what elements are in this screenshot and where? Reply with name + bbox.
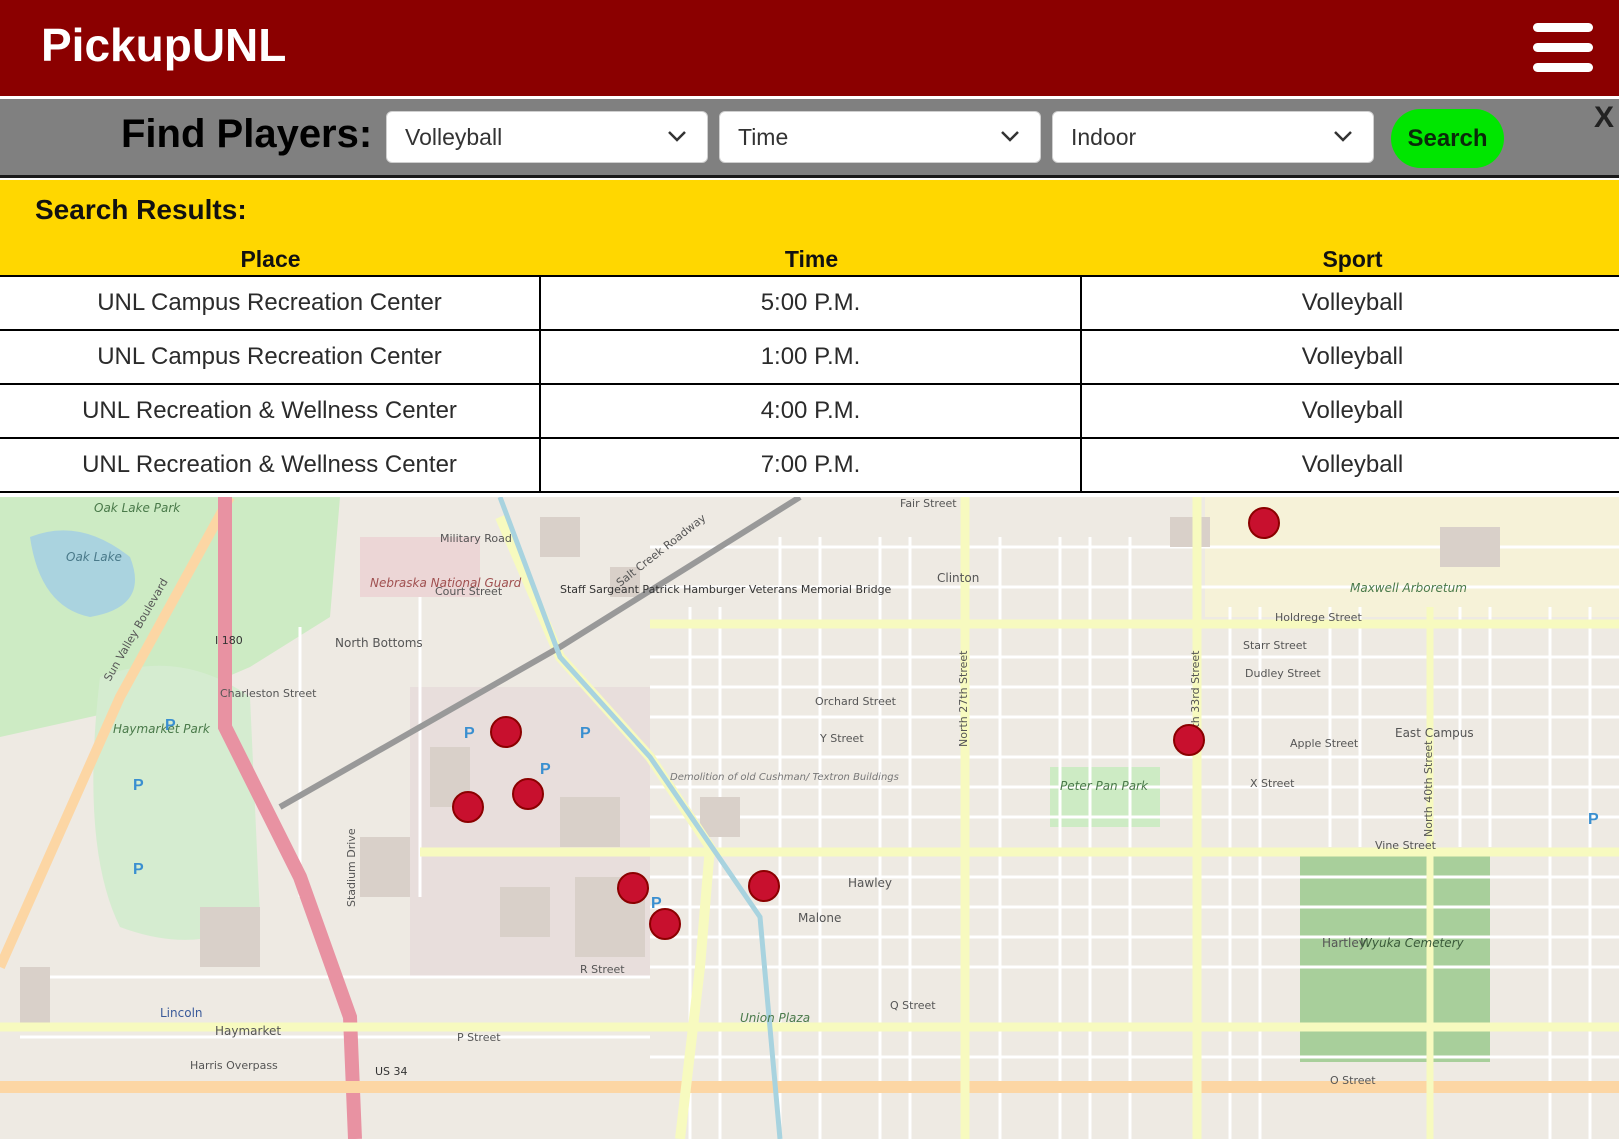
map-label: Wyuka Cemetery [1360, 936, 1465, 950]
map-label: Dudley Street [1245, 667, 1321, 680]
map-label: Demolition of old Cushman/ Textron Build… [670, 772, 899, 783]
map-label: Lincoln [160, 1006, 203, 1020]
map-label: Malone [798, 911, 841, 925]
map-label: Union Plaza [740, 1011, 810, 1025]
map-label: Holdrege Street [1275, 611, 1362, 624]
map-label: R Street [580, 963, 625, 976]
marker-5[interactable] [649, 908, 681, 940]
location-type-select-value: Indoor [1071, 124, 1137, 150]
table-row[interactable]: UNL Campus Recreation Center 1:00 P.M. V… [0, 331, 1619, 385]
search-results-title: Search Results: [35, 194, 247, 225]
cell-sport: Volleyball [1301, 451, 1404, 478]
map-label: US 34 [375, 1065, 408, 1078]
cell-time: 7:00 P.M. [541, 439, 1082, 491]
marker-2[interactable] [512, 778, 544, 810]
chevron-down-icon [1334, 131, 1352, 142]
map-label: North 27th Street [957, 650, 970, 747]
cell-sport: Volleyball [1301, 289, 1404, 316]
map-label: P Street [457, 1031, 501, 1044]
search-button[interactable]: Search [1391, 109, 1504, 168]
map-label: Fair Street [900, 497, 957, 510]
parking-icon: P [165, 717, 176, 734]
column-header-sport: Sport [1322, 246, 1383, 272]
time-select[interactable]: Time [719, 111, 1041, 163]
map-label: North Bottoms [335, 636, 423, 650]
column-header-place: Place [240, 246, 301, 272]
table-row[interactable]: UNL Recreation & Wellness Center 4:00 P.… [0, 385, 1619, 439]
map-label: Clinton [937, 571, 979, 585]
time-select-value: Time [738, 124, 789, 150]
map-label: Haymarket Park [113, 722, 211, 736]
map-label: O Street [1330, 1074, 1376, 1087]
map-label: Charleston Street [220, 687, 317, 700]
map-canvas[interactable]: Oak Lake Park Oak Lake Haymarket Park Ne… [0, 497, 1619, 1139]
search-results-header: Search Results: Place Time Sport [0, 180, 1619, 277]
parking-icon: P [1588, 811, 1599, 828]
find-players-label: Find Players: [121, 112, 373, 156]
cell-time: 5:00 P.M. [541, 277, 1082, 329]
map-label: Oak Lake Park [94, 501, 181, 515]
close-button[interactable]: X [1594, 101, 1614, 135]
cell-sport: Volleyball [1301, 397, 1404, 424]
sport-select-value: Volleyball [405, 124, 503, 150]
cell-time: 4:00 P.M. [541, 385, 1082, 437]
map-label: North 40th Street [1422, 740, 1435, 837]
map-label: Harris Overpass [190, 1059, 278, 1072]
map-label: East Campus [1395, 726, 1474, 740]
cell-place: UNL Campus Recreation Center [0, 331, 541, 383]
map-label: Apple Street [1290, 737, 1359, 750]
map-label: Hawley [848, 876, 892, 890]
map-label: Y Street [819, 732, 864, 745]
cell-time: 1:00 P.M. [541, 331, 1082, 383]
cell-place: UNL Recreation & Wellness Center [0, 385, 541, 437]
sport-select[interactable]: Volleyball [386, 111, 708, 163]
parking-icon: P [464, 725, 475, 742]
brand-logo-text[interactable]: PickupUNL [41, 18, 286, 72]
column-header-time: Time [784, 246, 839, 272]
map-label: Military Road [440, 532, 512, 545]
chevron-down-icon [668, 131, 686, 142]
chevron-down-icon [1001, 131, 1019, 142]
marker-7[interactable] [1173, 724, 1205, 756]
map-label: Oak Lake [66, 550, 122, 564]
marker-6[interactable] [748, 870, 780, 902]
hamburger-menu-icon[interactable] [1533, 23, 1593, 73]
map-view[interactable]: Oak Lake Park Oak Lake Haymarket Park Ne… [0, 497, 1619, 1139]
map-label: Haymarket [215, 1024, 281, 1038]
marker-4[interactable] [617, 872, 649, 904]
parking-icon: P [133, 861, 144, 878]
map-label: Q Street [890, 999, 936, 1012]
location-type-select[interactable]: Indoor [1052, 111, 1374, 163]
table-row[interactable]: UNL Campus Recreation Center 5:00 P.M. V… [0, 277, 1619, 331]
map-label: Staff Sargeant Patrick Hamburger Veteran… [560, 583, 892, 596]
parking-icon: P [580, 725, 591, 742]
top-nav-bar: PickupUNL [0, 0, 1619, 96]
map-label: Starr Street [1243, 639, 1307, 652]
marker-8[interactable] [1248, 507, 1280, 539]
search-bar: Find Players: Volleyball Time Indoor Sea… [0, 99, 1619, 178]
map-label: Stadium Drive [345, 828, 358, 907]
cell-place: UNL Recreation & Wellness Center [0, 439, 541, 491]
map-label: X Street [1250, 777, 1295, 790]
cell-place: UNL Campus Recreation Center [0, 277, 541, 329]
map-label: Court Street [435, 585, 503, 598]
map-label: Maxwell Arboretum [1350, 581, 1467, 595]
cell-sport: Volleyball [1301, 343, 1404, 370]
marker-3[interactable] [452, 791, 484, 823]
table-row[interactable]: UNL Recreation & Wellness Center 7:00 P.… [0, 439, 1619, 493]
results-table: UNL Campus Recreation Center 5:00 P.M. V… [0, 277, 1619, 493]
parking-icon: P [540, 761, 551, 778]
map-label: Orchard Street [815, 695, 897, 708]
marker-1[interactable] [490, 716, 522, 748]
map-label: I 180 [215, 634, 243, 647]
map-label: Vine Street [1375, 839, 1437, 852]
map-label: Peter Pan Park [1060, 779, 1149, 793]
parking-icon: P [133, 777, 144, 794]
